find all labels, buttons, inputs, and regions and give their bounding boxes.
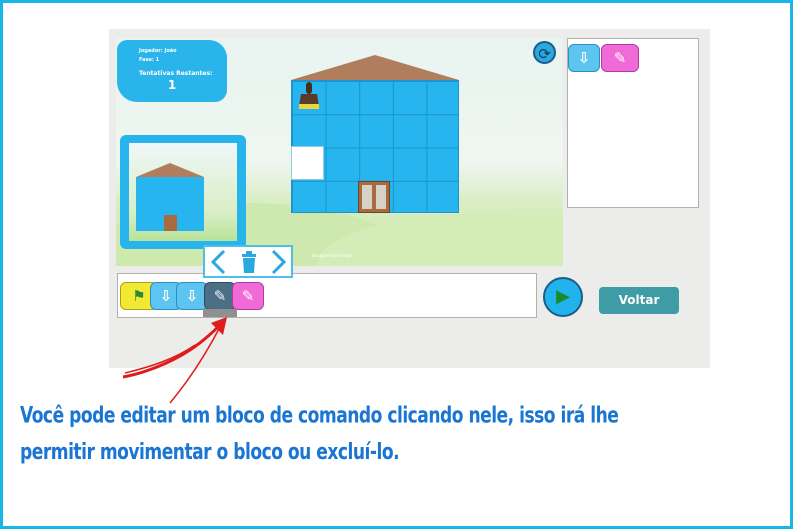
chevron-left-icon bbox=[210, 249, 226, 275]
block-edit-popup bbox=[203, 245, 293, 278]
paint-icon: ✎ bbox=[241, 287, 255, 305]
attempts-value: 1 bbox=[167, 78, 177, 92]
play-button[interactable]: ▶ bbox=[543, 277, 583, 317]
player-info-badge: Jogador: João Fase: 1 Tentativas Restant… bbox=[117, 40, 227, 102]
pointer-arrow-icon bbox=[122, 317, 227, 404]
target-house-door bbox=[164, 215, 177, 231]
pencil-icon: ✎ bbox=[213, 287, 227, 305]
player-label: Jogador: João bbox=[139, 48, 177, 54]
solution-block-paint[interactable]: ✎ bbox=[601, 44, 639, 72]
solution-block-down[interactable]: ⇩ bbox=[568, 44, 600, 72]
play-icon: ▶ bbox=[556, 286, 570, 307]
credit-text: Designed by Freepik bbox=[312, 253, 353, 258]
caption-line-2: permitir movimentar o bloco ou excluí-lo… bbox=[20, 439, 400, 465]
arrow-down-icon: ⇩ bbox=[159, 287, 173, 305]
move-right-button[interactable] bbox=[267, 248, 289, 284]
paint-brush-icon bbox=[294, 80, 324, 112]
trash-icon bbox=[242, 251, 256, 273]
delete-block-button[interactable] bbox=[238, 248, 260, 284]
house-roof bbox=[291, 55, 459, 80]
chevron-right-icon bbox=[271, 249, 287, 275]
caption-line-1: Você pode editar um bloco de comando cli… bbox=[20, 402, 619, 429]
target-house-roof bbox=[136, 163, 204, 177]
move-left-button[interactable] bbox=[208, 248, 230, 284]
back-button[interactable]: Voltar bbox=[599, 287, 679, 314]
arrow-down-icon: ⇩ bbox=[577, 49, 591, 67]
flag-icon: ⚑ bbox=[132, 287, 146, 305]
phase-label: Fase: 1 bbox=[139, 57, 160, 63]
program-block-paint[interactable]: ✎ bbox=[232, 282, 264, 310]
reset-button[interactable]: ⟳ bbox=[533, 41, 556, 64]
house-door bbox=[358, 181, 390, 213]
tutorial-caption: Você pode editar um bloco de comando cli… bbox=[20, 397, 780, 471]
attempts-label: Tentativas Restantes: bbox=[139, 70, 213, 77]
unpainted-cell bbox=[291, 146, 324, 180]
reset-icon: ⟳ bbox=[538, 45, 551, 63]
arrow-down-icon: ⇩ bbox=[185, 287, 199, 305]
paint-icon: ✎ bbox=[613, 49, 627, 67]
